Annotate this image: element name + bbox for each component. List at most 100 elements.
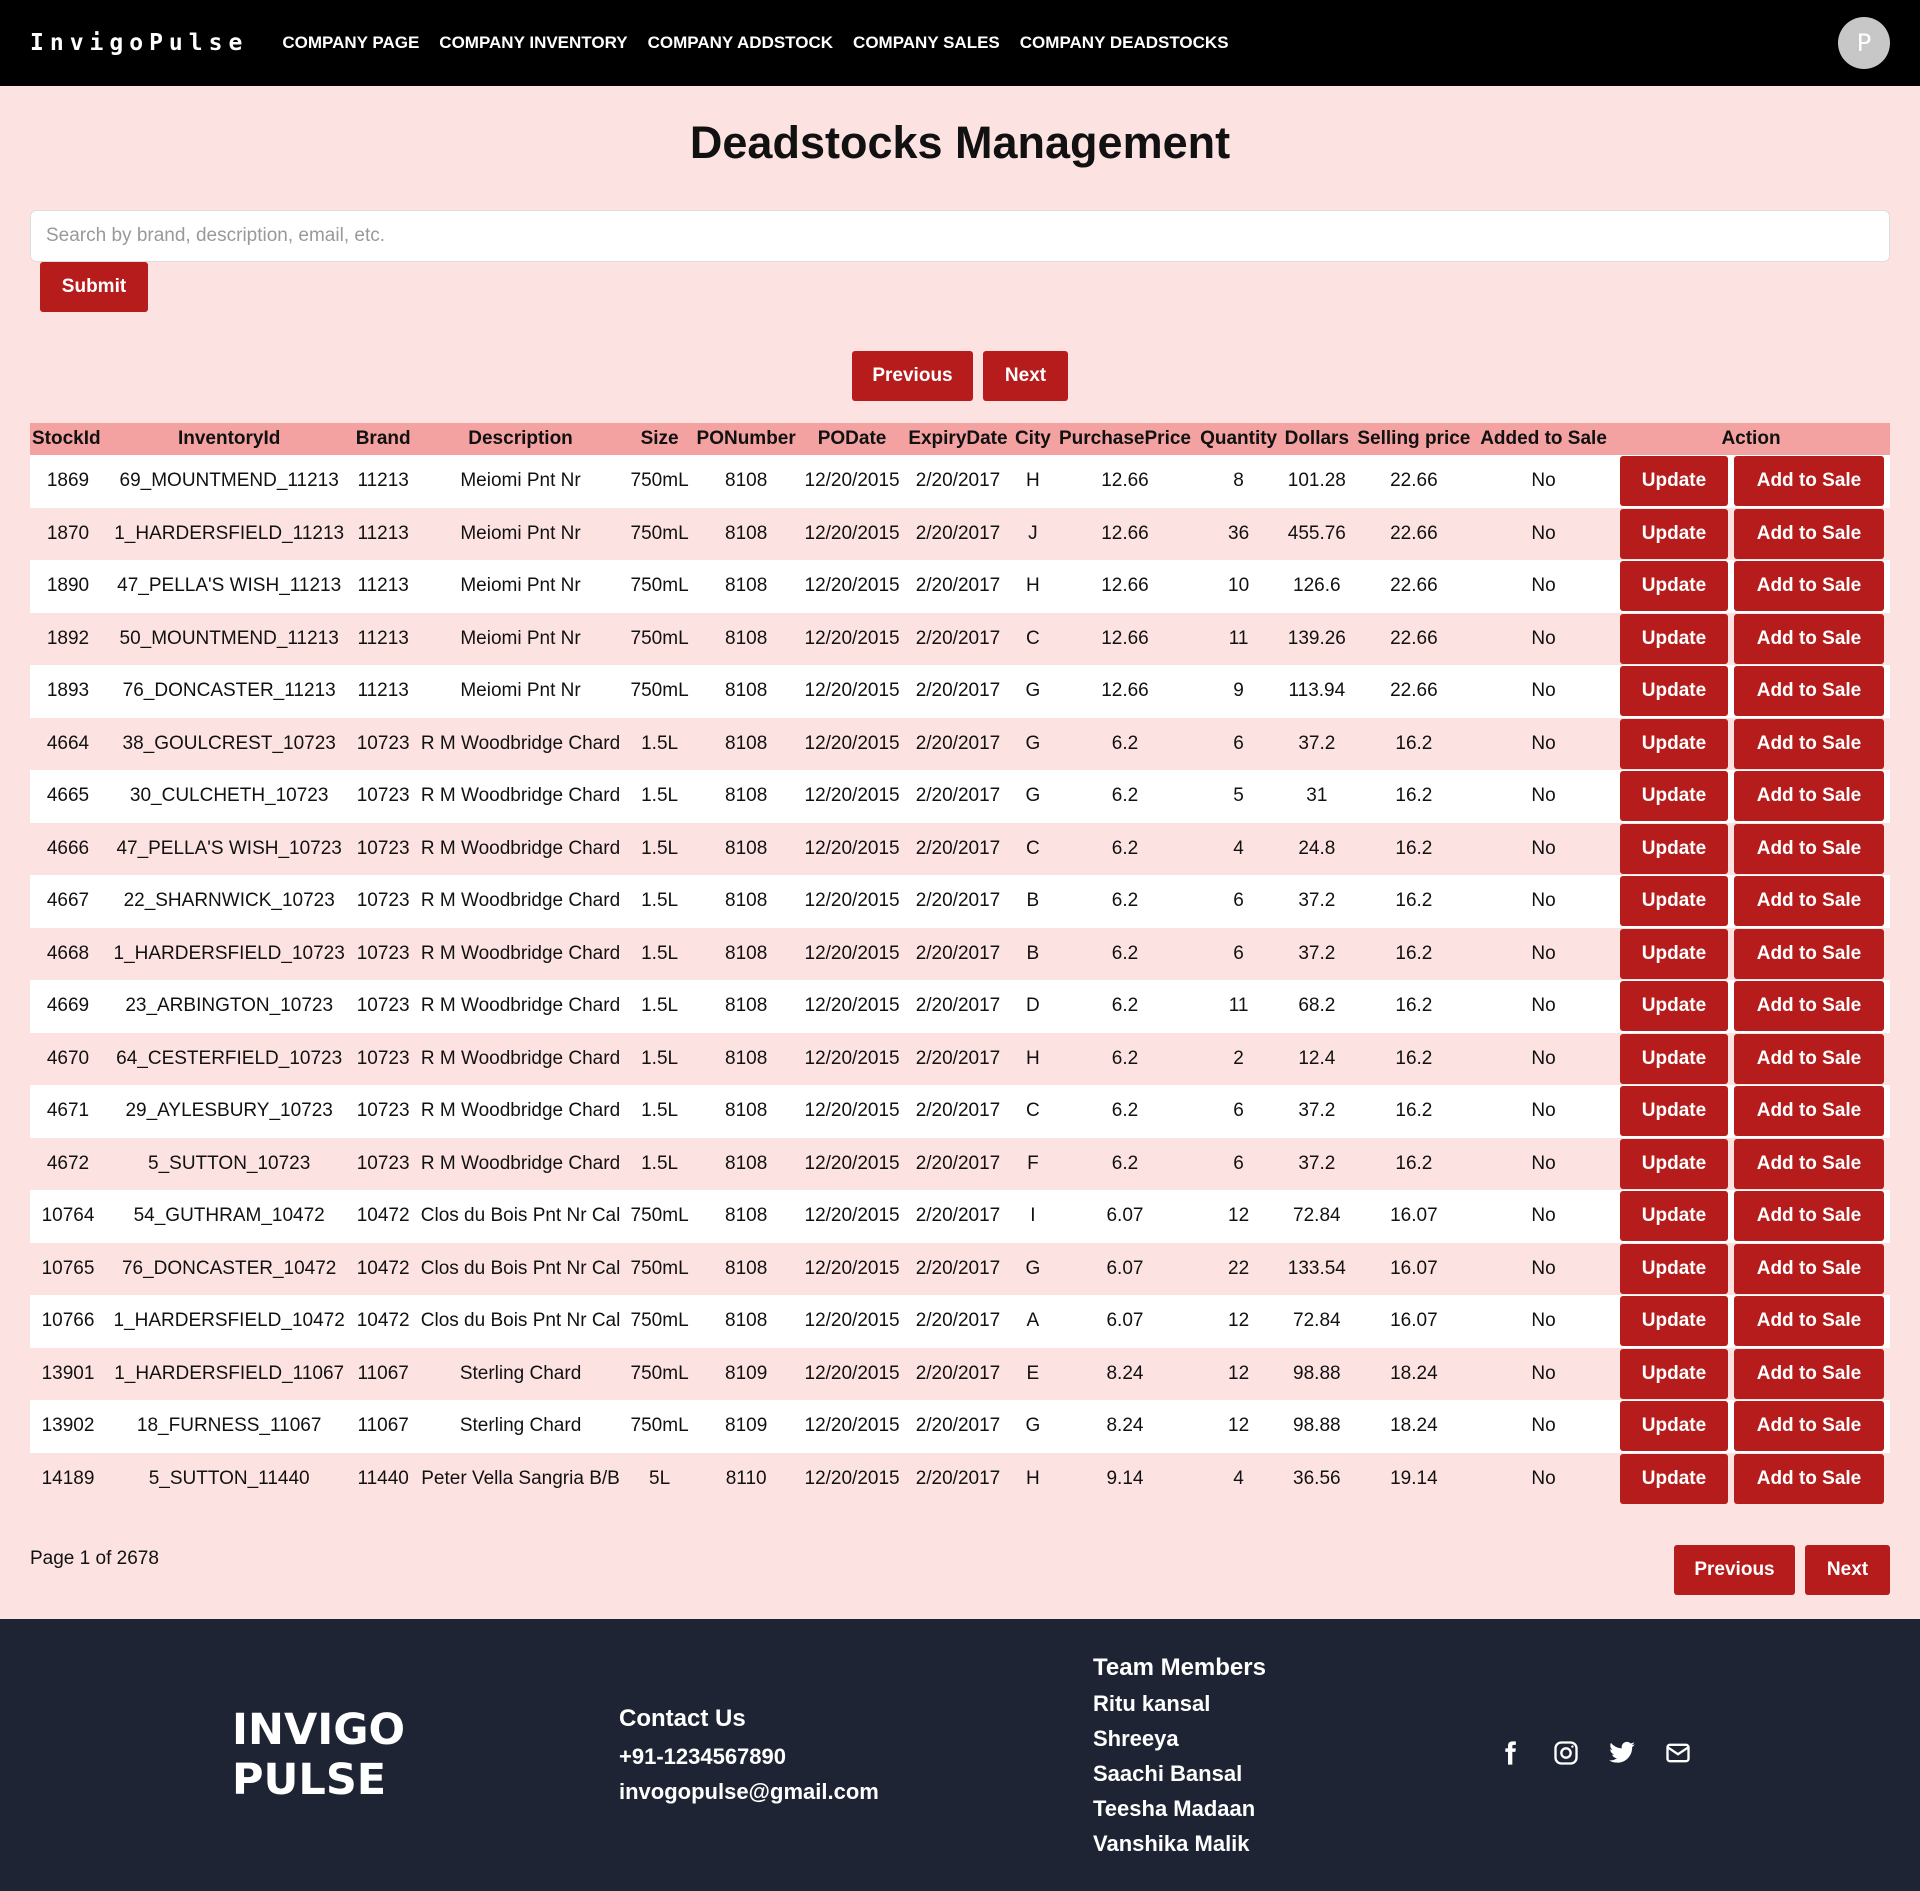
column-header-brand: Brand bbox=[355, 428, 411, 449]
update-button[interactable]: Update bbox=[1620, 823, 1728, 874]
team-member: Ritu kansal bbox=[1093, 1691, 1211, 1716]
cell-inventoryid: 30_CULCHETH_10723 bbox=[129, 785, 329, 807]
cell-added-to-sale: No bbox=[1531, 680, 1556, 702]
nav-link-company-deadstocks[interactable]: COMPANY DEADSTOCKS bbox=[1020, 33, 1229, 53]
previous-button[interactable]: Previous bbox=[852, 351, 973, 401]
update-button[interactable]: Update bbox=[1620, 508, 1728, 559]
add-to-sale-button[interactable]: Add to Sale bbox=[1734, 508, 1884, 559]
update-button[interactable]: Update bbox=[1620, 1191, 1728, 1242]
cell-ponumber: 8108 bbox=[725, 942, 768, 964]
facebook-icon[interactable] bbox=[1495, 1738, 1525, 1768]
add-to-sale-button[interactable]: Add to Sale bbox=[1734, 823, 1884, 874]
cell-selling-price: 22.66 bbox=[1390, 522, 1438, 544]
instagram-icon[interactable] bbox=[1551, 1738, 1581, 1768]
column-header-expirydate: ExpiryDate bbox=[908, 428, 1008, 449]
update-button[interactable]: Update bbox=[1620, 876, 1728, 927]
add-to-sale-button[interactable]: Add to Sale bbox=[1734, 771, 1884, 822]
update-button[interactable]: Update bbox=[1620, 1243, 1728, 1294]
next-button-bottom[interactable]: Next bbox=[1805, 1545, 1890, 1595]
cell-city: B bbox=[1026, 942, 1040, 964]
cell-dollars: 37.2 bbox=[1298, 1100, 1336, 1122]
add-to-sale-button[interactable]: Add to Sale bbox=[1734, 1086, 1884, 1137]
cell-podate: 12/20/2015 bbox=[804, 522, 900, 544]
add-to-sale-button[interactable]: Add to Sale bbox=[1734, 981, 1884, 1032]
cell-inventoryid: 5_SUTTON_10723 bbox=[148, 1152, 311, 1174]
update-button[interactable]: Update bbox=[1620, 1401, 1728, 1452]
cell-size: 750mL bbox=[630, 1415, 689, 1437]
add-to-sale-button[interactable]: Add to Sale bbox=[1734, 1296, 1884, 1347]
cell-stockid: 4671 bbox=[46, 1100, 90, 1122]
next-button[interactable]: Next bbox=[983, 351, 1068, 401]
cell-dollars: 133.54 bbox=[1287, 1257, 1346, 1279]
cell-dollars: 455.76 bbox=[1287, 522, 1346, 544]
previous-button-bottom[interactable]: Previous bbox=[1674, 1545, 1795, 1595]
add-to-sale-button[interactable]: Add to Sale bbox=[1734, 1348, 1884, 1399]
cell-ponumber: 8108 bbox=[725, 627, 768, 649]
update-button[interactable]: Update bbox=[1620, 561, 1728, 612]
cell-podate: 12/20/2015 bbox=[804, 627, 900, 649]
add-to-sale-button[interactable]: Add to Sale bbox=[1734, 1033, 1884, 1084]
cell-action: Update Add to Sale bbox=[1612, 875, 1890, 928]
cell-size: 1.5L bbox=[641, 732, 679, 754]
table-header-row: StockId InventoryId Brand Description Size PO… bbox=[30, 423, 1890, 455]
cell-city: E bbox=[1026, 1362, 1040, 1384]
nav-link-company-sales[interactable]: COMPANY SALES bbox=[853, 33, 1000, 53]
cell-brand: 10472 bbox=[356, 1205, 410, 1227]
column-header-size: Size bbox=[640, 428, 679, 449]
add-to-sale-button[interactable]: Add to Sale bbox=[1734, 718, 1884, 769]
cell-city: H bbox=[1026, 575, 1040, 597]
add-to-sale-button[interactable]: Add to Sale bbox=[1734, 876, 1884, 927]
add-to-sale-button[interactable]: Add to Sale bbox=[1734, 666, 1884, 717]
column-header-podate: PODate bbox=[817, 428, 887, 449]
cell-stockid: 10765 bbox=[41, 1257, 95, 1279]
update-button[interactable]: Update bbox=[1620, 613, 1728, 664]
update-button[interactable]: Update bbox=[1620, 928, 1728, 979]
update-button[interactable]: Update bbox=[1620, 1138, 1728, 1189]
add-to-sale-button[interactable]: Add to Sale bbox=[1734, 1243, 1884, 1294]
cell-size: 750mL bbox=[630, 1362, 689, 1384]
brand-logo[interactable]: InvigoPulse bbox=[30, 30, 248, 56]
mail-icon[interactable] bbox=[1663, 1738, 1693, 1768]
search-input[interactable] bbox=[30, 210, 1890, 262]
cell-podate: 12/20/2015 bbox=[804, 1362, 900, 1384]
update-button[interactable]: Update bbox=[1620, 1033, 1728, 1084]
add-to-sale-button[interactable]: Add to Sale bbox=[1734, 1401, 1884, 1452]
update-button[interactable]: Update bbox=[1620, 1453, 1728, 1504]
twitter-icon[interactable] bbox=[1607, 1738, 1637, 1768]
add-to-sale-button[interactable]: Add to Sale bbox=[1734, 613, 1884, 664]
cell-action: Update Add to Sale bbox=[1612, 508, 1890, 561]
update-button[interactable]: Update bbox=[1620, 718, 1728, 769]
cell-quantity: 6 bbox=[1233, 890, 1244, 912]
cell-action: Update Add to Sale bbox=[1612, 1348, 1890, 1401]
add-to-sale-button[interactable]: Add to Sale bbox=[1734, 561, 1884, 612]
cell-city: G bbox=[1025, 732, 1041, 754]
update-button[interactable]: Update bbox=[1620, 1086, 1728, 1137]
update-button[interactable]: Update bbox=[1620, 456, 1728, 507]
cell-expirydate: 2/20/2017 bbox=[915, 890, 1001, 912]
contact-email[interactable]: invogopulse@gmail.com bbox=[619, 1774, 879, 1809]
footer-logo-line2: PULSE bbox=[232, 1755, 387, 1805]
team-member: Teesha Madaan bbox=[1093, 1796, 1256, 1821]
add-to-sale-button[interactable]: Add to Sale bbox=[1734, 928, 1884, 979]
cell-stockid: 4670 bbox=[46, 1047, 90, 1069]
add-to-sale-button[interactable]: Add to Sale bbox=[1734, 456, 1884, 507]
update-button[interactable]: Update bbox=[1620, 666, 1728, 717]
avatar[interactable]: P bbox=[1838, 17, 1890, 69]
nav-link-company-page[interactable]: COMPANY PAGE bbox=[282, 33, 419, 53]
add-to-sale-button[interactable]: Add to Sale bbox=[1734, 1453, 1884, 1504]
update-button[interactable]: Update bbox=[1620, 1348, 1728, 1399]
update-button[interactable]: Update bbox=[1620, 771, 1728, 822]
cell-added-to-sale: No bbox=[1531, 1362, 1556, 1384]
team-title: Team Members bbox=[1093, 1654, 1266, 1681]
update-button[interactable]: Update bbox=[1620, 1296, 1728, 1347]
cell-expirydate: 2/20/2017 bbox=[915, 470, 1001, 492]
add-to-sale-button[interactable]: Add to Sale bbox=[1734, 1191, 1884, 1242]
add-to-sale-button[interactable]: Add to Sale bbox=[1734, 1138, 1884, 1189]
update-button[interactable]: Update bbox=[1620, 981, 1728, 1032]
nav-link-company-inventory[interactable]: COMPANY INVENTORY bbox=[439, 33, 627, 53]
submit-button[interactable]: Submit bbox=[40, 262, 148, 312]
nav-link-company-addstock[interactable]: COMPANY ADDSTOCK bbox=[648, 33, 833, 53]
cell-podate: 12/20/2015 bbox=[804, 1152, 900, 1174]
cell-city: H bbox=[1026, 470, 1040, 492]
cell-podate: 12/20/2015 bbox=[804, 732, 900, 754]
